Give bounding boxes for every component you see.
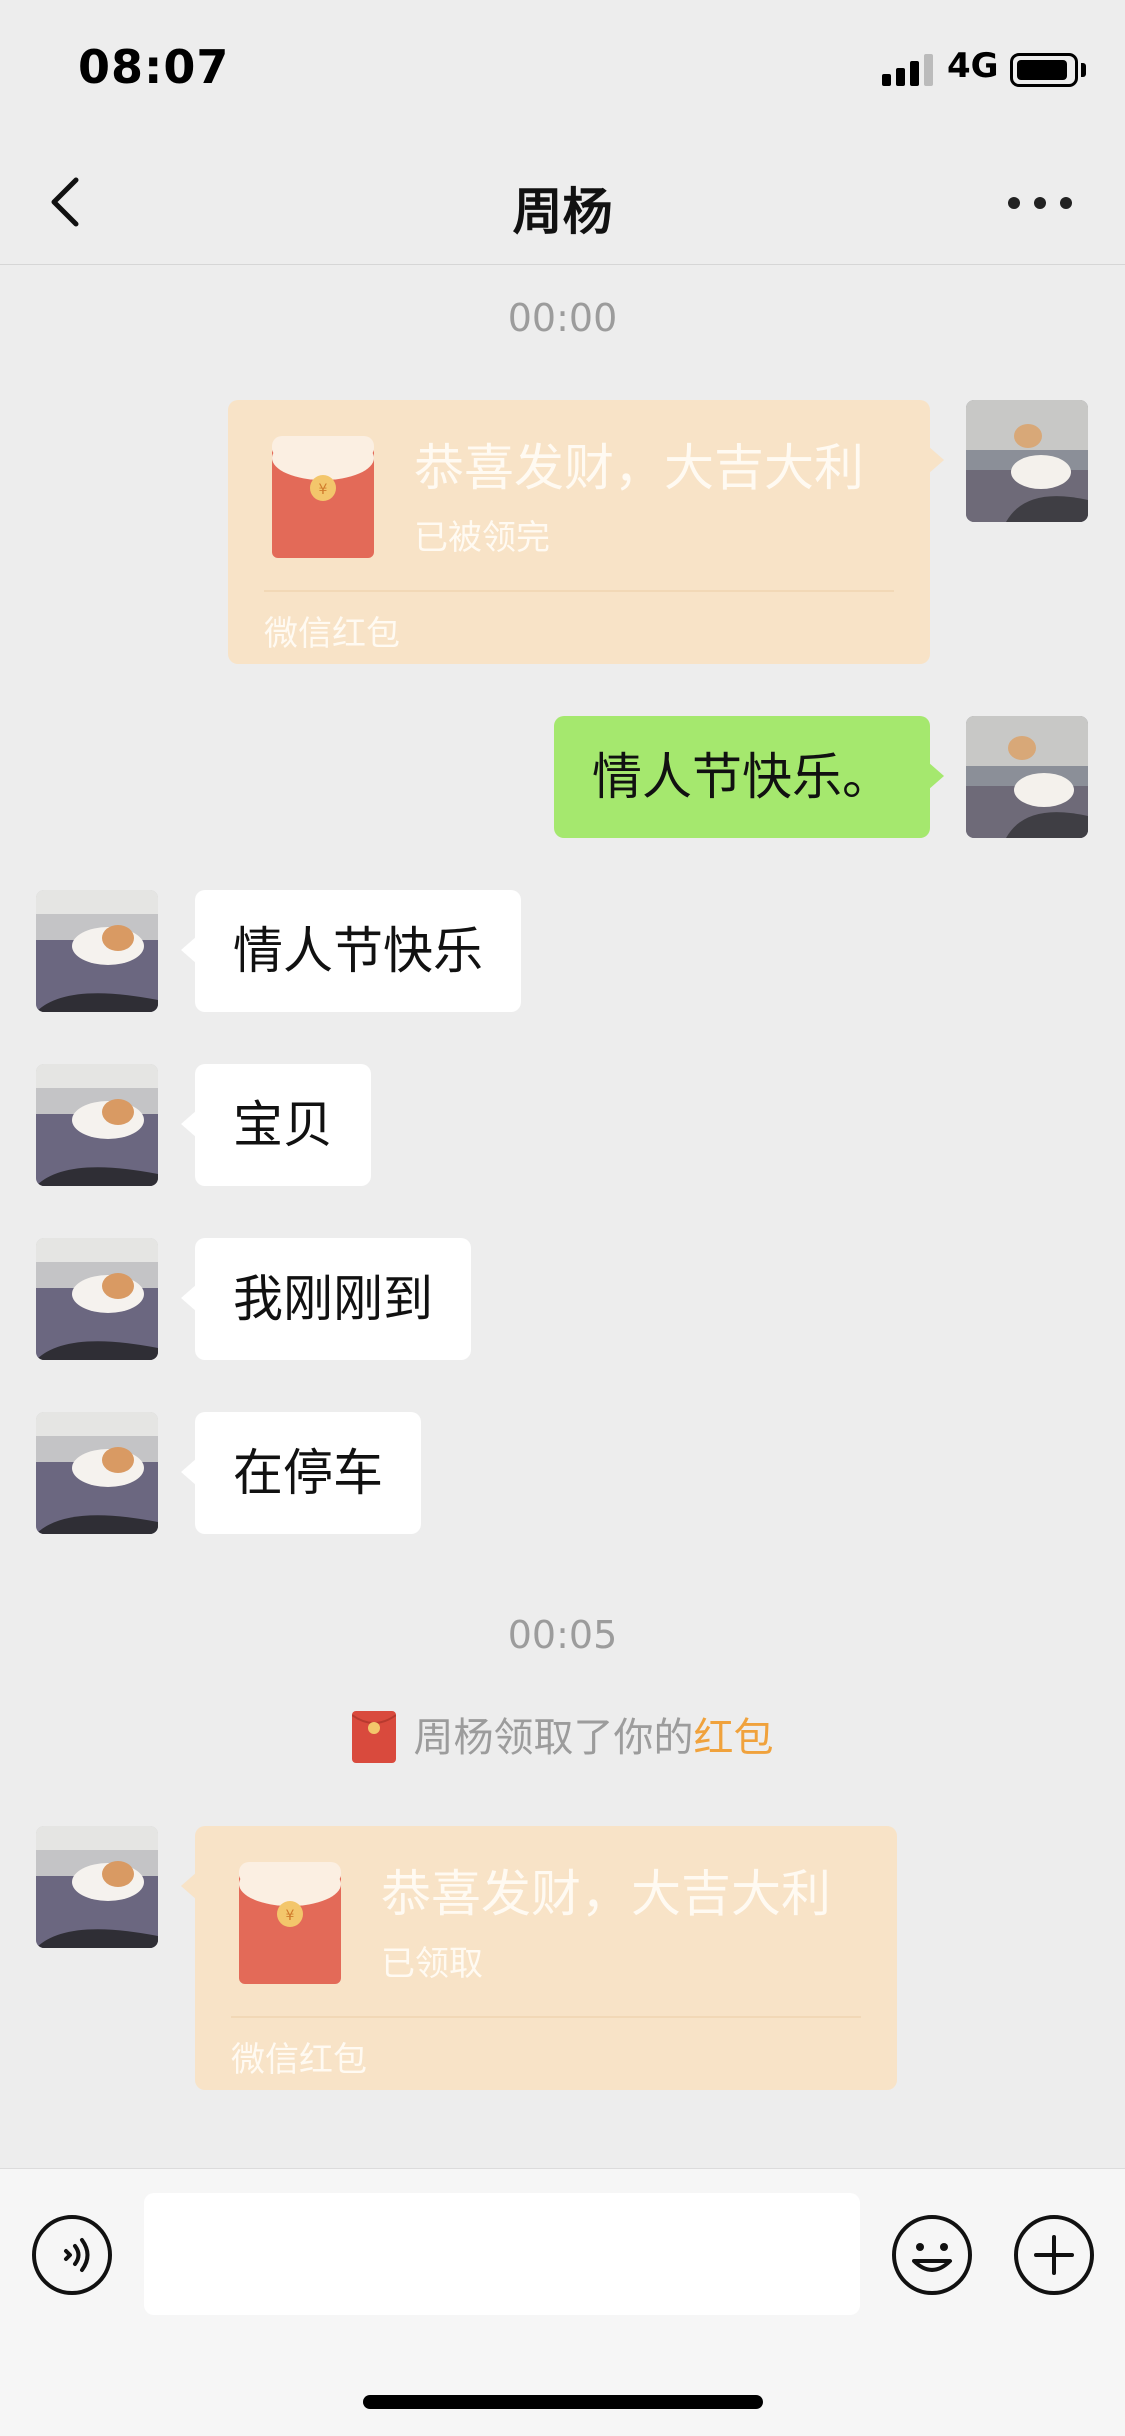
contact-avatar[interactable] xyxy=(36,1064,158,1186)
nav-bar: 周杨 xyxy=(0,140,1125,265)
red-packet-status: 已领取 xyxy=(381,1944,483,1984)
divider xyxy=(264,590,894,592)
my-avatar[interactable] xyxy=(966,400,1088,522)
red-envelope-icon: ¥ xyxy=(239,1862,341,1984)
red-packet-status: 已被领完 xyxy=(414,518,550,558)
received-message[interactable]: 宝贝 xyxy=(181,1064,371,1186)
system-notice-text: 周杨领取了你的 xyxy=(413,1715,694,1761)
network-label: 4G xyxy=(947,46,999,86)
received-message[interactable]: 在停车 xyxy=(181,1412,421,1534)
contact-avatar[interactable] xyxy=(36,1238,158,1360)
battery-icon xyxy=(1010,53,1078,87)
red-packet-message[interactable]: ¥ 恭喜发财，大吉大利 已领取 微信红包 xyxy=(181,1826,897,2090)
red-packet-title: 恭喜发财，大吉大利 xyxy=(381,1865,831,1923)
more-icon[interactable] xyxy=(1005,180,1075,225)
contact-avatar[interactable] xyxy=(36,1826,158,1948)
timestamp: 00:05 xyxy=(507,1613,618,1657)
status-time: 08:07 xyxy=(78,40,230,94)
svg-text:¥: ¥ xyxy=(286,1908,295,1924)
red-packet-link[interactable]: 红包 xyxy=(694,1715,774,1761)
battery-cap xyxy=(1081,63,1086,77)
red-packet-title: 恭喜发财，大吉大利 xyxy=(414,439,864,497)
timestamp: 00:00 xyxy=(507,296,618,340)
red-packet-message[interactable]: ¥ 恭喜发财，大吉大利 已被领完 微信红包 xyxy=(228,400,944,664)
plus-icon[interactable] xyxy=(1012,2213,1096,2297)
signal-icon xyxy=(882,54,934,86)
voice-icon[interactable] xyxy=(30,2213,114,2297)
my-avatar[interactable] xyxy=(966,716,1088,838)
received-message[interactable]: 我刚刚到 xyxy=(181,1238,471,1360)
chat-title: 周杨 xyxy=(512,183,613,241)
red-envelope-icon xyxy=(351,1711,396,1763)
message-input[interactable] xyxy=(144,2193,860,2315)
sent-message[interactable]: 情人节快乐。 xyxy=(554,716,944,838)
red-envelope-icon: ¥ xyxy=(272,436,374,558)
system-notice: 周杨领取了你的红包 xyxy=(0,1705,1125,1763)
contact-avatar[interactable] xyxy=(36,1412,158,1534)
emoji-icon[interactable] xyxy=(890,2213,974,2297)
received-message[interactable]: 情人节快乐 xyxy=(181,890,521,1012)
red-packet-footer: 微信红包 xyxy=(231,2040,367,2080)
divider xyxy=(231,2016,861,2018)
status-bar: 08:07 4G xyxy=(0,0,1125,140)
contact-avatar[interactable] xyxy=(36,890,158,1012)
red-packet-footer: 微信红包 xyxy=(264,614,400,654)
svg-text:¥: ¥ xyxy=(319,482,328,498)
home-indicator[interactable] xyxy=(363,2395,763,2409)
